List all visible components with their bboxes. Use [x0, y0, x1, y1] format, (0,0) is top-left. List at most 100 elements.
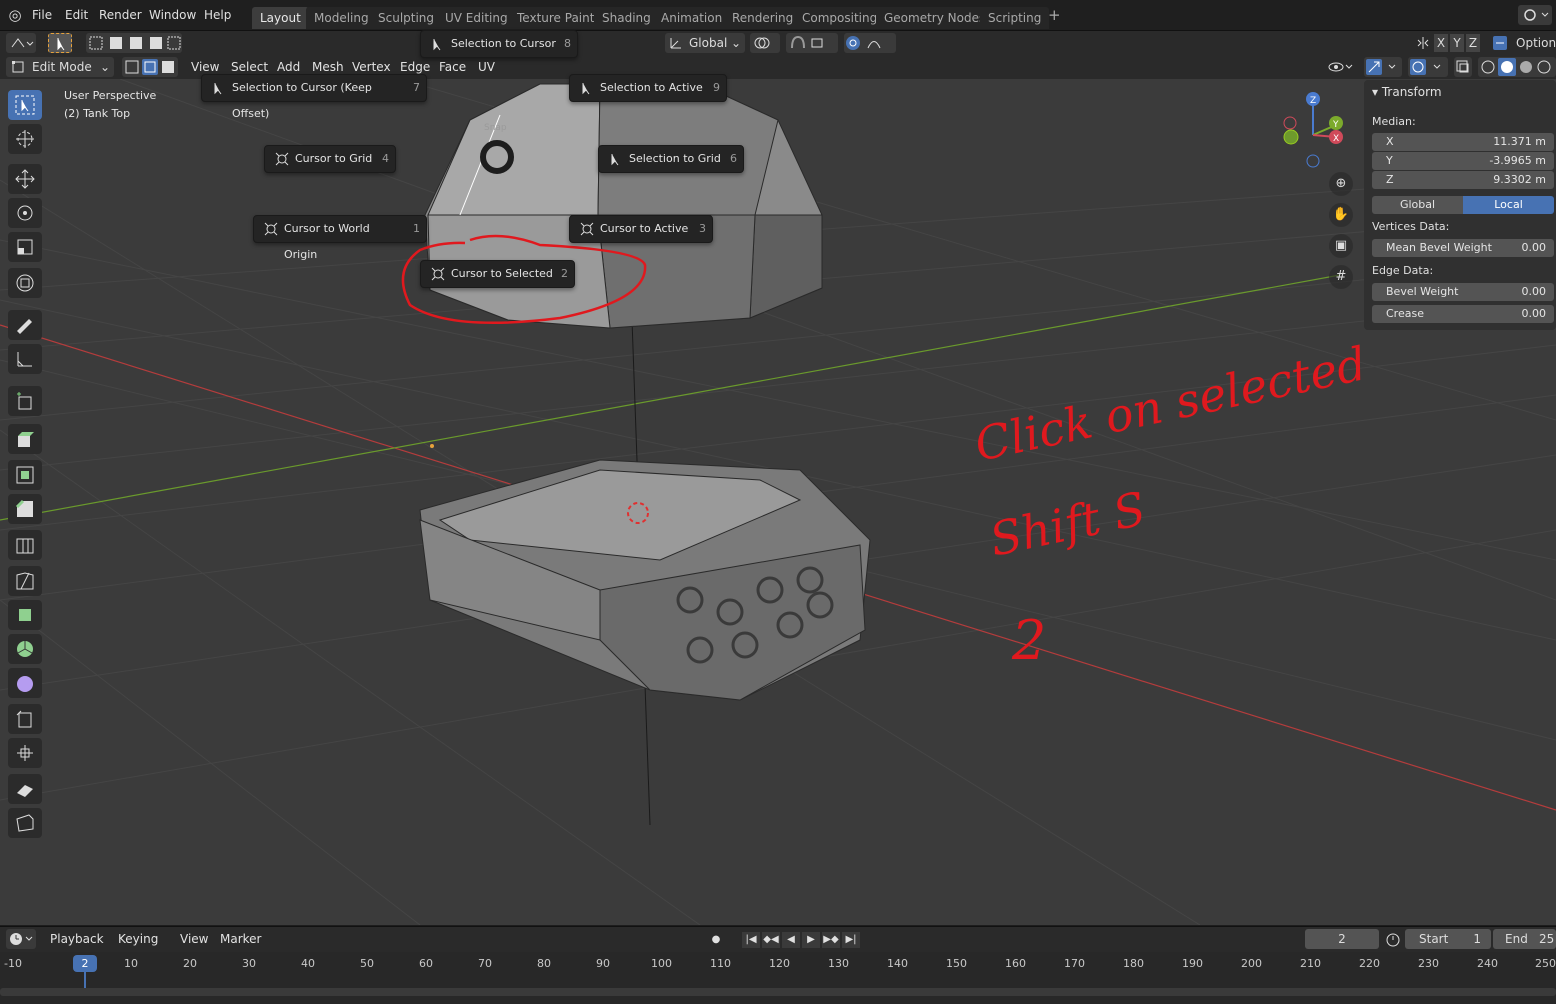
- spin-tool[interactable]: [8, 634, 42, 664]
- add-cube-tool[interactable]: [8, 386, 42, 416]
- mirror-y-toggle[interactable]: Y: [1450, 34, 1464, 52]
- mirror-x-toggle[interactable]: X: [1434, 34, 1448, 52]
- menu-file[interactable]: File: [32, 6, 52, 24]
- panel-header[interactable]: ▾ Transform: [1372, 85, 1442, 99]
- median-y-field[interactable]: Y -3.9965 m: [1372, 152, 1554, 170]
- auto-keying-icon[interactable]: ●: [698, 932, 734, 948]
- pie-cursor-to-active[interactable]: Cursor to Active 3: [569, 215, 713, 243]
- preview-range-icon[interactable]: [1384, 929, 1402, 949]
- proportional-edit-icon[interactable]: [844, 33, 896, 53]
- overlays-icon[interactable]: [1408, 57, 1448, 77]
- menu-keying[interactable]: Keying: [118, 929, 158, 949]
- pie-cursor-to-grid[interactable]: Cursor to Grid 4: [264, 145, 396, 173]
- pie-cursor-to-selected[interactable]: Cursor to Selected 2: [420, 260, 575, 288]
- jump-end-icon[interactable]: ▶|: [842, 932, 860, 948]
- tab-layout[interactable]: Layout: [252, 7, 309, 29]
- mode-dropdown[interactable]: Edit Mode ⌄: [6, 57, 114, 77]
- loop-cut-tool[interactable]: [8, 530, 42, 560]
- tab-texture-paint[interactable]: Texture Paint: [509, 7, 603, 29]
- mean-bevel-weight-field[interactable]: Mean Bevel Weight 0.00: [1372, 239, 1554, 257]
- tab-geometry-nodes[interactable]: Geometry Nodes: [876, 7, 994, 29]
- select-tweak-icon[interactable]: [48, 33, 72, 53]
- bevel-tool[interactable]: [8, 494, 42, 524]
- scene-selector-icon[interactable]: [1518, 5, 1552, 25]
- select-mode-toggle[interactable]: [122, 57, 178, 77]
- xray-icon[interactable]: [1454, 57, 1472, 77]
- start-frame-field[interactable]: Start 1: [1405, 929, 1491, 949]
- menu-render[interactable]: Render: [99, 6, 142, 24]
- menu-marker[interactable]: Marker: [220, 929, 261, 949]
- current-frame-field[interactable]: 2: [1305, 929, 1379, 949]
- pan-hand-icon[interactable]: ✋: [1329, 203, 1353, 227]
- options-dropdown[interactable]: Options: [1516, 33, 1556, 53]
- pivot-point-icon[interactable]: [750, 33, 780, 53]
- mirror-z-toggle[interactable]: Z: [1466, 34, 1480, 52]
- menu-edit[interactable]: Edit: [65, 6, 88, 24]
- smooth-tool[interactable]: [8, 668, 42, 698]
- timeline-area[interactable]: -10 10 20 30 40 50 60 70 80 90 100 110 1…: [0, 952, 1556, 1004]
- shading-modes[interactable]: [1478, 57, 1556, 77]
- tab-modeling[interactable]: Modeling: [306, 7, 377, 29]
- pie-selection-to-cursor-keep-offset[interactable]: Selection to Cursor (Keep Offset) 7: [201, 74, 427, 120]
- pie-selection-to-grid[interactable]: Selection to Grid 6: [598, 145, 744, 173]
- bevel-weight-field[interactable]: Bevel Weight 0.00: [1372, 283, 1554, 301]
- menu-face[interactable]: Face: [439, 57, 466, 77]
- snap-icon[interactable]: [786, 33, 838, 53]
- end-frame-field[interactable]: End 25: [1493, 929, 1556, 949]
- tab-scripting[interactable]: Scripting: [980, 7, 1050, 29]
- rip-region-tool[interactable]: [8, 808, 42, 838]
- menu-playback[interactable]: Playback: [50, 929, 104, 949]
- extrude-tool[interactable]: [8, 424, 42, 454]
- play-reverse-icon[interactable]: ◀: [782, 932, 800, 948]
- select-box-tool[interactable]: [8, 90, 42, 120]
- tab-compositing[interactable]: Compositing: [794, 7, 886, 29]
- tab-uv-editing[interactable]: UV Editing: [437, 7, 516, 29]
- transform-tool[interactable]: [8, 268, 42, 298]
- global-toggle[interactable]: Global: [1372, 196, 1463, 214]
- menu-window[interactable]: Window: [149, 6, 196, 24]
- crease-field[interactable]: Crease 0.00: [1372, 305, 1554, 323]
- pie-selection-to-cursor[interactable]: Selection to Cursor 8: [420, 30, 578, 58]
- shrink-fatten-tool[interactable]: [8, 738, 42, 768]
- edge-slide-tool[interactable]: [8, 704, 42, 734]
- navigation-gizmo[interactable]: Z Y X: [1276, 87, 1346, 177]
- poly-build-tool[interactable]: [8, 600, 42, 630]
- median-z-field[interactable]: Z 9.3302 m: [1372, 171, 1554, 189]
- transform-pivot-icon[interactable]: [6, 33, 36, 53]
- blender-logo-icon[interactable]: ◎: [6, 6, 24, 24]
- camera-icon[interactable]: ▣: [1329, 234, 1353, 258]
- play-icon[interactable]: ▶: [802, 932, 820, 948]
- perspective-toggle-icon[interactable]: #: [1329, 265, 1353, 289]
- playhead-frame-indicator[interactable]: 2: [73, 955, 97, 972]
- median-x-field[interactable]: X 11.371 m: [1372, 133, 1554, 151]
- timeline-scrollbar[interactable]: [0, 988, 1556, 996]
- cursor-tool[interactable]: [8, 124, 42, 154]
- auto-merge-icon[interactable]: [1492, 35, 1508, 51]
- shear-tool[interactable]: [8, 774, 42, 804]
- visibility-icon[interactable]: [1326, 57, 1356, 77]
- knife-tool[interactable]: [8, 566, 42, 596]
- menu-uv[interactable]: UV: [478, 57, 495, 77]
- scale-tool[interactable]: [8, 232, 42, 262]
- annotate-tool[interactable]: [8, 310, 42, 340]
- 3d-viewport[interactable]: User Perspective (2) Tank Top Snap Click…: [0, 79, 1556, 925]
- next-keyframe-icon[interactable]: ▶◆: [822, 932, 840, 948]
- local-toggle[interactable]: Local: [1463, 196, 1554, 214]
- rotate-tool[interactable]: [8, 198, 42, 228]
- move-tool[interactable]: [8, 164, 42, 194]
- inset-tool[interactable]: [8, 460, 42, 490]
- tab-shading[interactable]: Shading: [594, 7, 659, 29]
- measure-tool[interactable]: [8, 344, 42, 374]
- tab-animation[interactable]: Animation: [653, 7, 731, 29]
- zoom-icon[interactable]: ⊕: [1329, 172, 1353, 196]
- menu-timeline-view[interactable]: View: [180, 929, 208, 949]
- menu-help[interactable]: Help: [204, 6, 231, 24]
- add-workspace-button[interactable]: +: [1048, 6, 1061, 24]
- editor-type-clock-icon[interactable]: [6, 929, 36, 949]
- pie-selection-to-active[interactable]: Selection to Active 9: [569, 74, 727, 102]
- prev-keyframe-icon[interactable]: ◆◀: [762, 932, 780, 948]
- tab-rendering[interactable]: Rendering: [724, 7, 802, 29]
- transform-orientation-dropdown[interactable]: Global ⌄: [665, 33, 745, 53]
- jump-start-icon[interactable]: |◀: [742, 932, 760, 948]
- tab-sculpting[interactable]: Sculpting: [370, 7, 443, 29]
